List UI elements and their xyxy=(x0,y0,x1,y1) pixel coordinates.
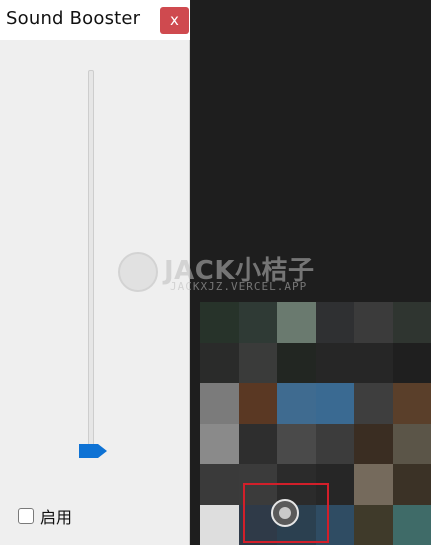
mosaic-tile xyxy=(315,423,354,464)
mosaic-tile xyxy=(315,342,354,383)
volume-slider-thumb[interactable] xyxy=(78,443,108,459)
window-titlebar: Sound Booster x xyxy=(0,0,190,40)
slider-thumb-icon xyxy=(79,444,107,458)
mosaic-tile xyxy=(200,302,239,343)
enable-checkbox-label: 启用 xyxy=(40,508,73,527)
mosaic-tile xyxy=(200,342,239,383)
watermark-avatar-icon xyxy=(118,252,158,292)
mosaic-tile xyxy=(354,383,393,424)
mosaic-tile xyxy=(392,342,431,383)
mosaic-tile xyxy=(238,383,277,424)
watermark-subtitle: JACKXJZ.VERCEL.APP xyxy=(170,280,308,293)
watermark: JACK小桔子 JACKXJZ.VERCEL.APP xyxy=(118,250,318,300)
mosaic-tile xyxy=(354,302,393,343)
mosaic-tile xyxy=(277,342,316,383)
mosaic-tile xyxy=(354,342,393,383)
mosaic-tile xyxy=(392,464,431,505)
mosaic-tile xyxy=(315,383,354,424)
enable-checkbox-row[interactable]: 启用 xyxy=(18,505,72,527)
mosaic-tile xyxy=(315,302,354,343)
enable-checkbox[interactable] xyxy=(18,508,34,524)
window-title: Sound Booster xyxy=(6,8,141,29)
mosaic-tile xyxy=(392,423,431,464)
mosaic-tile xyxy=(354,423,393,464)
mosaic-tile xyxy=(238,423,277,464)
mosaic-tile xyxy=(392,383,431,424)
mosaic-tile xyxy=(392,504,431,545)
mosaic-tile xyxy=(392,302,431,343)
close-icon: x xyxy=(170,11,179,29)
mosaic-tile xyxy=(277,423,316,464)
mosaic-tile xyxy=(238,302,277,343)
close-button[interactable]: x xyxy=(160,7,189,34)
mosaic-tile xyxy=(200,504,239,545)
mosaic-tile xyxy=(277,302,316,343)
mosaic-tile xyxy=(200,464,239,505)
mosaic-tile xyxy=(277,383,316,424)
record-dot-icon[interactable] xyxy=(270,498,300,528)
mosaic-tile xyxy=(238,342,277,383)
mosaic-tile xyxy=(200,383,239,424)
mosaic-tile xyxy=(200,423,239,464)
mosaic-tile xyxy=(354,464,393,505)
volume-slider-track[interactable] xyxy=(88,70,94,452)
mosaic-tile xyxy=(354,504,393,545)
